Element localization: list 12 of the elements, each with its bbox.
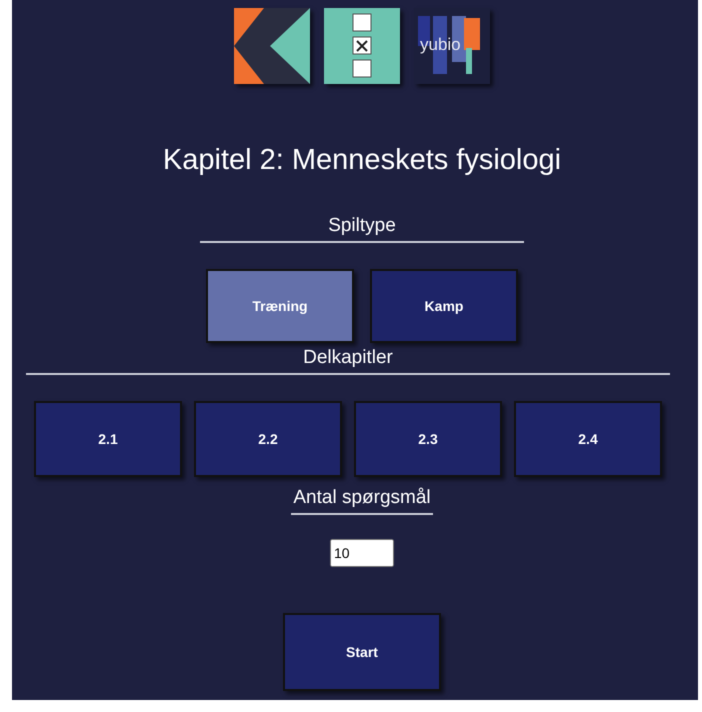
- number-field[interactable]: 10: [330, 539, 394, 567]
- section-heading: Spiltype: [200, 215, 524, 243]
- subchapter-button[interactable]: 2.2: [194, 401, 342, 477]
- section-heading: Antal spørgsmål: [291, 487, 433, 515]
- game-type-button[interactable]: Træning: [206, 269, 354, 343]
- subchapter-button[interactable]: 2.4: [514, 401, 662, 477]
- subchapter-button[interactable]: 2.3: [354, 401, 502, 477]
- section-heading: Delkapitler: [26, 347, 670, 375]
- game-type-button[interactable]: Kamp: [370, 269, 518, 343]
- page-title: Kapitel 2: Menneskets fysiologi: [162, 144, 562, 177]
- subchapter-button[interactable]: 2.1: [34, 401, 182, 477]
- start-button[interactable]: Start: [283, 613, 441, 691]
